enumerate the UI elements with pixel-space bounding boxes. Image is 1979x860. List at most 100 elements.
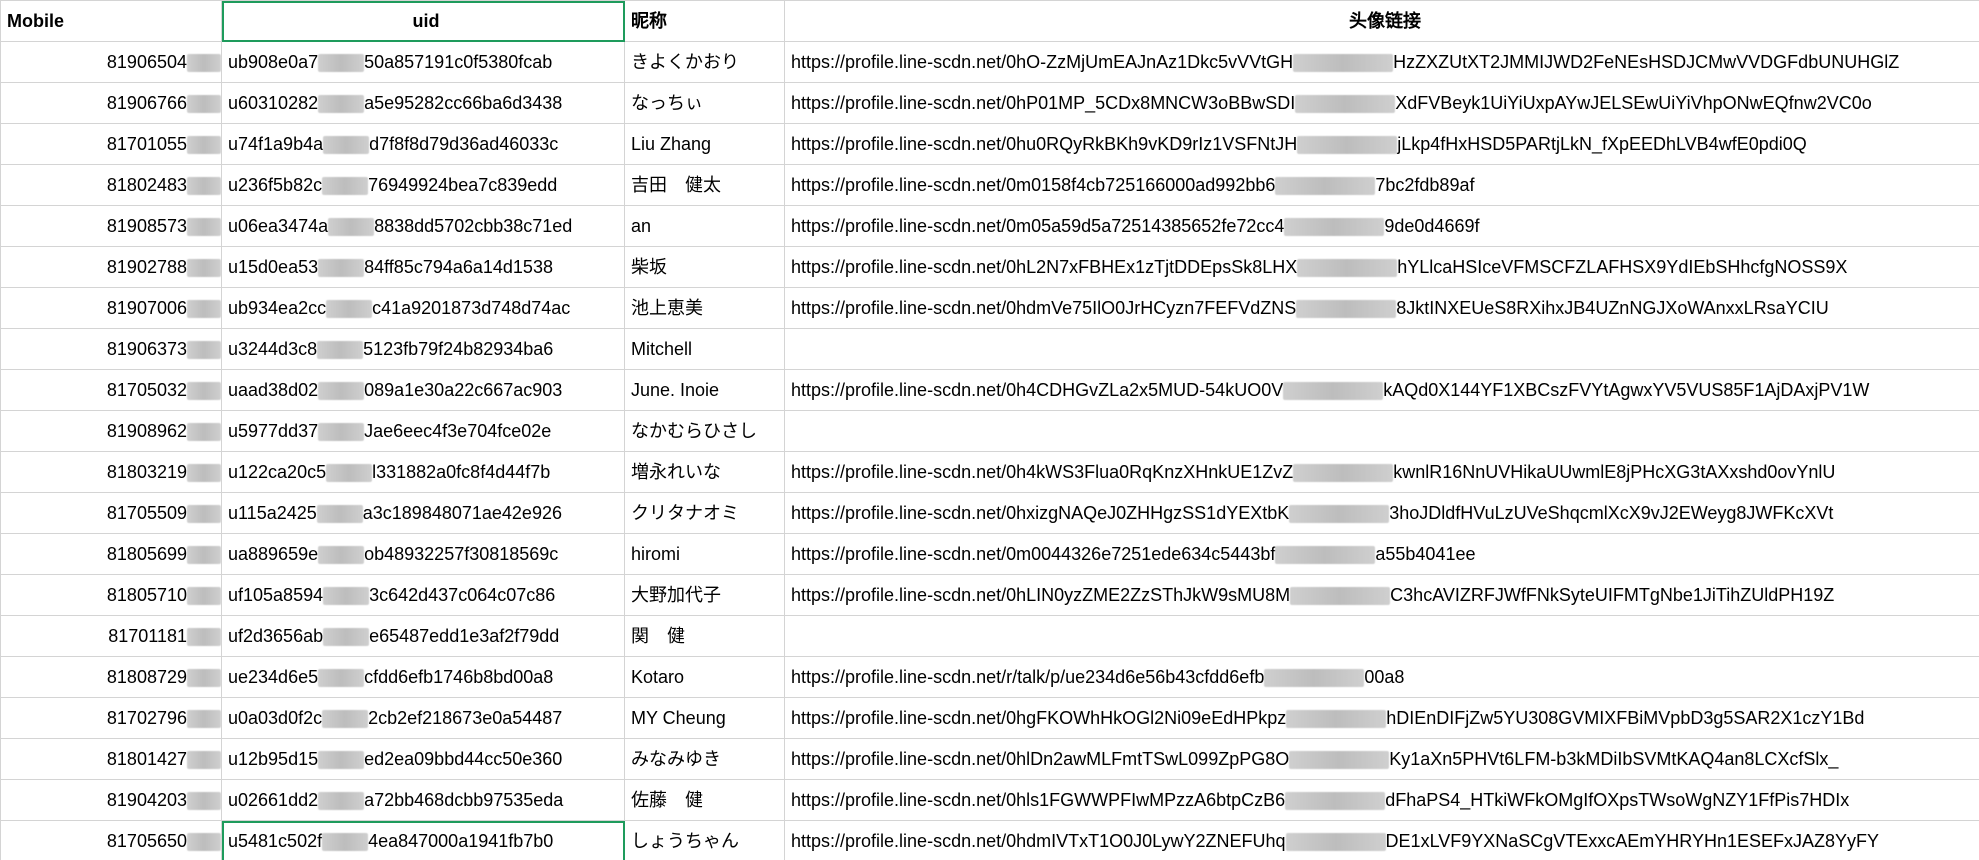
cell-mobile[interactable]: 81906373 (0, 328, 222, 370)
cell-mobile[interactable]: 81904203 (0, 779, 222, 821)
cell-avatar-url[interactable]: https://profile.line-scdn.net/0hdmVe75Il… (784, 287, 1979, 329)
redaction-blur (1285, 833, 1386, 852)
column-header-uid[interactable]: uid (221, 0, 625, 42)
cell-mobile[interactable]: 81805699 (0, 533, 222, 575)
uid-text-start: u12b95d15 (228, 749, 319, 769)
uid-text-end: c41a9201873d748d74ac (372, 298, 571, 318)
avatar-url-start: https://profile.line-scdn.net/0hu0RQyRkB… (791, 134, 1298, 154)
cell-mobile[interactable]: 81808729 (0, 656, 222, 698)
redaction-blur (316, 505, 363, 524)
mobile-text: 81906766 (106, 93, 187, 113)
cell-mobile[interactable]: 81908962 (0, 410, 222, 452)
cell-nickname[interactable]: Liu Zhang (624, 123, 785, 165)
cell-nickname[interactable]: Kotaro (624, 656, 785, 698)
cell-mobile[interactable]: 81907006 (0, 287, 222, 329)
cell-uid[interactable]: u236f5b82c 76949924bea7c839edd (221, 164, 625, 206)
cell-mobile[interactable]: 81801427 (0, 738, 222, 780)
cell-avatar-url[interactable]: https://profile.line-scdn.net/0m0044326e… (784, 533, 1979, 575)
cell-mobile[interactable]: 81705650 (0, 820, 222, 860)
uid-text-end: 3c642d437c064c07c86 (369, 585, 556, 605)
cell-avatar-url[interactable]: https://profile.line-scdn.net/0h4CDHGvZL… (784, 369, 1979, 411)
cell-avatar-url[interactable]: https://profile.line-scdn.net/0hxizgNAQe… (784, 492, 1979, 534)
cell-mobile[interactable]: 81805710 (0, 574, 222, 616)
cell-nickname[interactable]: hiromi (624, 533, 785, 575)
cell-avatar-url[interactable]: https://profile.line-scdn.net/0m0158f4cb… (784, 164, 1979, 206)
cell-uid[interactable]: u02661dd2 a72bb468dcbb97535eda (221, 779, 625, 821)
cell-uid[interactable]: ua889659e ob48932257f30818569c (221, 533, 625, 575)
uid-text-end: 089a1e30a22c667ac903 (364, 380, 563, 400)
cell-nickname[interactable]: みなみゆき (624, 738, 785, 780)
cell-avatar-url[interactable]: https://profile.line-scdn.net/0hP01MP_5C… (784, 82, 1979, 124)
cell-uid[interactable]: u15d0ea53 84ff85c794a6a14d1538 (221, 246, 625, 288)
cell-avatar-url[interactable]: https://profile.line-scdn.net/0hgFKOWhHk… (784, 697, 1979, 739)
cell-nickname[interactable]: 池上恵美 (624, 287, 785, 329)
cell-mobile[interactable]: 81902788 (0, 246, 222, 288)
cell-nickname[interactable]: なかむらひさし (624, 410, 785, 452)
cell-nickname[interactable]: 大野加代子 (624, 574, 785, 616)
uid-text-start: ub908e0a7 (228, 52, 319, 72)
cell-nickname[interactable]: MY Cheung (624, 697, 785, 739)
cell-avatar-url[interactable]: https://profile.line-scdn.net/0hlDn2awML… (784, 738, 1979, 780)
redaction-blur (187, 587, 221, 606)
cell-avatar-url[interactable]: https://profile.line-scdn.net/0hls1FGWWP… (784, 779, 1979, 821)
cell-nickname[interactable]: 関 健 (624, 615, 785, 657)
cell-mobile[interactable]: 81701055 (0, 123, 222, 165)
cell-uid[interactable]: ue234d6e5 cfdd6efb1746b8bd00a8 (221, 656, 625, 698)
cell-mobile[interactable]: 81906504 (0, 41, 222, 83)
cell-avatar-url[interactable]: https://profile.line-scdn.net/0hLIN0yzZM… (784, 574, 1979, 616)
cell-mobile[interactable]: 81705509 (0, 492, 222, 534)
cell-uid[interactable]: u115a2425 a3c189848071ae42e926 (221, 492, 625, 534)
cell-nickname[interactable]: June. Inoie (624, 369, 785, 411)
cell-avatar-url[interactable] (784, 328, 1979, 370)
cell-nickname[interactable]: 増永れいな (624, 451, 785, 493)
cell-avatar-url[interactable]: https://profile.line-scdn.net/r/talk/p/u… (784, 656, 1979, 698)
cell-uid[interactable]: uaad38d02 089a1e30a22c667ac903 (221, 369, 625, 411)
cell-mobile[interactable]: 81705032 (0, 369, 222, 411)
cell-uid[interactable]: u06ea3474a 8838dd5702cbb38c71ed (221, 205, 625, 247)
table-row: 81701055 u74f1a9b4a d7f8f8d79d36ad46033c Li… (0, 123, 1979, 165)
nickname-text: しょうちゃん (631, 831, 739, 851)
cell-uid[interactable]: u74f1a9b4a d7f8f8d79d36ad46033c (221, 123, 625, 165)
cell-nickname[interactable]: Mitchell (624, 328, 785, 370)
cell-mobile[interactable]: 81908573 (0, 205, 222, 247)
cell-uid[interactable]: u5481c502f 4ea847000a1941fb7b0 (221, 820, 625, 860)
avatar-url-end: hDIEnDIFjZw5YU308GVMIXFBiMVpbD3g5SAR2X1c… (1386, 708, 1865, 728)
cell-avatar-url[interactable] (784, 410, 1979, 452)
cell-uid[interactable]: u60310282 a5e95282cc66ba6d3438 (221, 82, 625, 124)
table-row: 81801427 u12b95d15 ed2ea09bbd44cc50e360 みなみ… (0, 738, 1979, 780)
cell-avatar-url[interactable]: https://profile.line-scdn.net/0hL2N7xFBH… (784, 246, 1979, 288)
cell-mobile[interactable]: 81701181 (0, 615, 222, 657)
cell-avatar-url[interactable]: https://profile.line-scdn.net/0hdmIVTxT1… (784, 820, 1979, 860)
cell-uid[interactable]: u122ca20c5 l331882a0fc8f4d44f7b (221, 451, 625, 493)
cell-avatar-url[interactable] (784, 615, 1979, 657)
cell-mobile[interactable]: 81702796 (0, 697, 222, 739)
cell-nickname[interactable]: なっちぃ (624, 82, 785, 124)
cell-nickname[interactable]: きよくかおり (624, 41, 785, 83)
cell-uid[interactable]: ub908e0a7 50a857191c0f5380fcab (221, 41, 625, 83)
cell-uid[interactable]: u0a03d0f2c 2cb2ef218673e0a54487 (221, 697, 625, 739)
cell-uid[interactable]: ub934ea2cc c41a9201873d748d74ac (221, 287, 625, 329)
cell-nickname[interactable]: クリタナオミ (624, 492, 785, 534)
cell-nickname[interactable]: an (624, 205, 785, 247)
cell-uid[interactable]: u3244d3c8 5123fb79f24b82934ba6 (221, 328, 625, 370)
column-header-nickname[interactable]: 昵称 (624, 0, 785, 42)
cell-uid[interactable]: u5977dd37 Jae6eec4f3e704fce02e (221, 410, 625, 452)
cell-mobile[interactable]: 81906766 (0, 82, 222, 124)
column-header-mobile[interactable]: Mobile (0, 0, 222, 42)
cell-mobile[interactable]: 81802483 (0, 164, 222, 206)
cell-uid[interactable]: uf2d3656ab e65487edd1e3af2f79dd (221, 615, 625, 657)
cell-nickname[interactable]: 吉田 健太 (624, 164, 785, 206)
redaction-blur (187, 546, 221, 565)
cell-mobile[interactable]: 81803219 (0, 451, 222, 493)
column-header-avatar-url[interactable]: 头像链接 (784, 0, 1979, 42)
uid-text-start: ue234d6e5 (228, 667, 319, 687)
cell-avatar-url[interactable]: https://profile.line-scdn.net/0hu0RQyRkB… (784, 123, 1979, 165)
cell-uid[interactable]: uf105a8594 3c642d437c064c07c86 (221, 574, 625, 616)
cell-avatar-url[interactable]: https://profile.line-scdn.net/0m05a59d5a… (784, 205, 1979, 247)
cell-uid[interactable]: u12b95d15 ed2ea09bbd44cc50e360 (221, 738, 625, 780)
cell-avatar-url[interactable]: https://profile.line-scdn.net/0hO-ZzMjUm… (784, 41, 1979, 83)
cell-nickname[interactable]: しょうちゃん (624, 820, 785, 860)
cell-avatar-url[interactable]: https://profile.line-scdn.net/0h4kWS3Flu… (784, 451, 1979, 493)
cell-nickname[interactable]: 柴坂 (624, 246, 785, 288)
cell-nickname[interactable]: 佐藤 健 (624, 779, 785, 821)
